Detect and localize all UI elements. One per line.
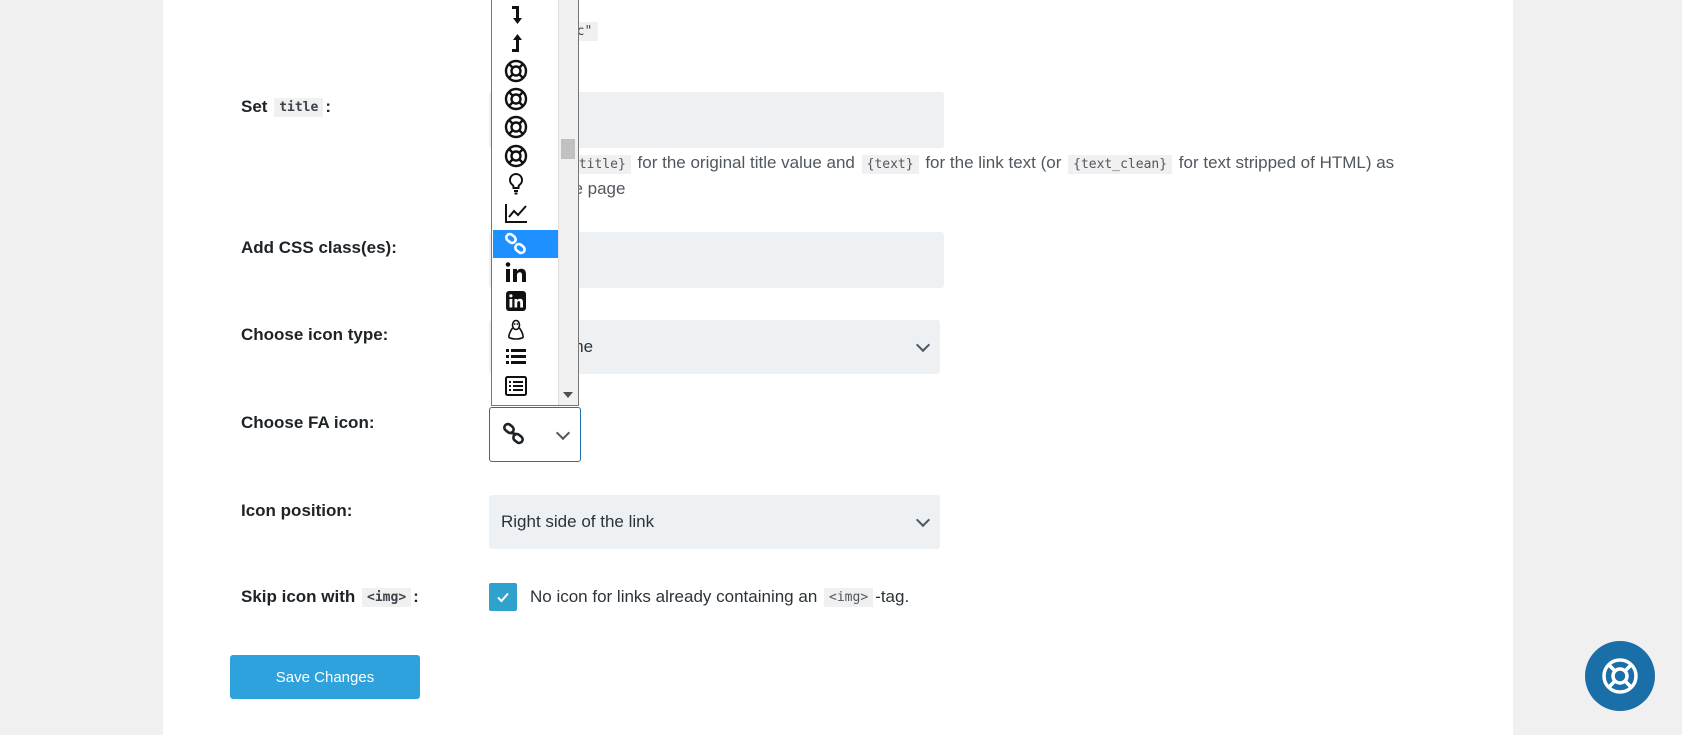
chevron-down-icon [915,337,931,353]
level-up-icon [512,34,522,52]
life-ring-icon [504,115,528,139]
option-line-chart[interactable] [493,199,559,227]
title-description: {title} for the original title value and… [564,153,1395,198]
option-life-ring[interactable] [493,113,559,141]
option-list-alt[interactable] [493,372,559,400]
save-changes-button[interactable]: Save Changes [230,655,420,699]
scrollbar-thumb[interactable] [561,139,575,159]
life-bouy-icon [504,59,528,83]
chevron-down-icon [915,512,931,528]
help-button[interactable] [1585,641,1655,711]
link-icon [505,232,526,255]
checkmark-icon [497,592,509,603]
option-list[interactable] [493,343,559,371]
fa-icon-label: Choose FA icon: [241,413,375,432]
list-icon [506,349,526,364]
life-saver-icon [504,144,528,168]
fa-icon-select[interactable] [489,407,581,462]
option-link[interactable] [493,230,559,258]
css-class-label: Add CSS class(es): [241,238,397,257]
skip-img-checkbox[interactable] [489,583,517,611]
icon-type-label: Choose icon type: [241,325,389,344]
skip-img-label: Skip icon with <img>: [241,587,419,607]
scroll-down-arrow-icon[interactable] [563,392,573,398]
option-level-up[interactable] [493,29,559,57]
link-icon [503,422,524,445]
chevron-down-icon [555,425,571,440]
fa-icon-dropdown-list[interactable] [491,0,579,406]
linux-icon [508,319,524,340]
life-buoy-icon [504,87,528,111]
skip-img-row: No icon for links already containing an … [489,583,909,611]
lightbulb-icon [508,172,524,195]
line-chart-icon [505,204,527,223]
dropdown-scrollbar[interactable] [558,0,578,405]
option-level-down[interactable] [493,1,559,29]
option-life-saver[interactable] [493,142,559,170]
list-alt-icon [505,376,527,396]
option-linkedin[interactable] [493,258,559,286]
option-lightbulb[interactable] [493,170,559,198]
linkedin-icon [505,262,526,282]
life-ring-icon [1602,658,1638,694]
title-label: Set title: [241,97,332,117]
icon-position-label: Icon position: [241,501,353,520]
level-down-icon [512,6,522,24]
option-linux[interactable] [493,316,559,344]
option-life-bouy[interactable] [493,57,559,85]
option-linkedin-square[interactable] [493,287,559,315]
title-code: title [274,97,324,117]
option-life-buoy[interactable] [493,85,559,113]
linkedin-square-icon [506,291,526,311]
icon-position-select[interactable]: Right side of the link [489,495,940,549]
